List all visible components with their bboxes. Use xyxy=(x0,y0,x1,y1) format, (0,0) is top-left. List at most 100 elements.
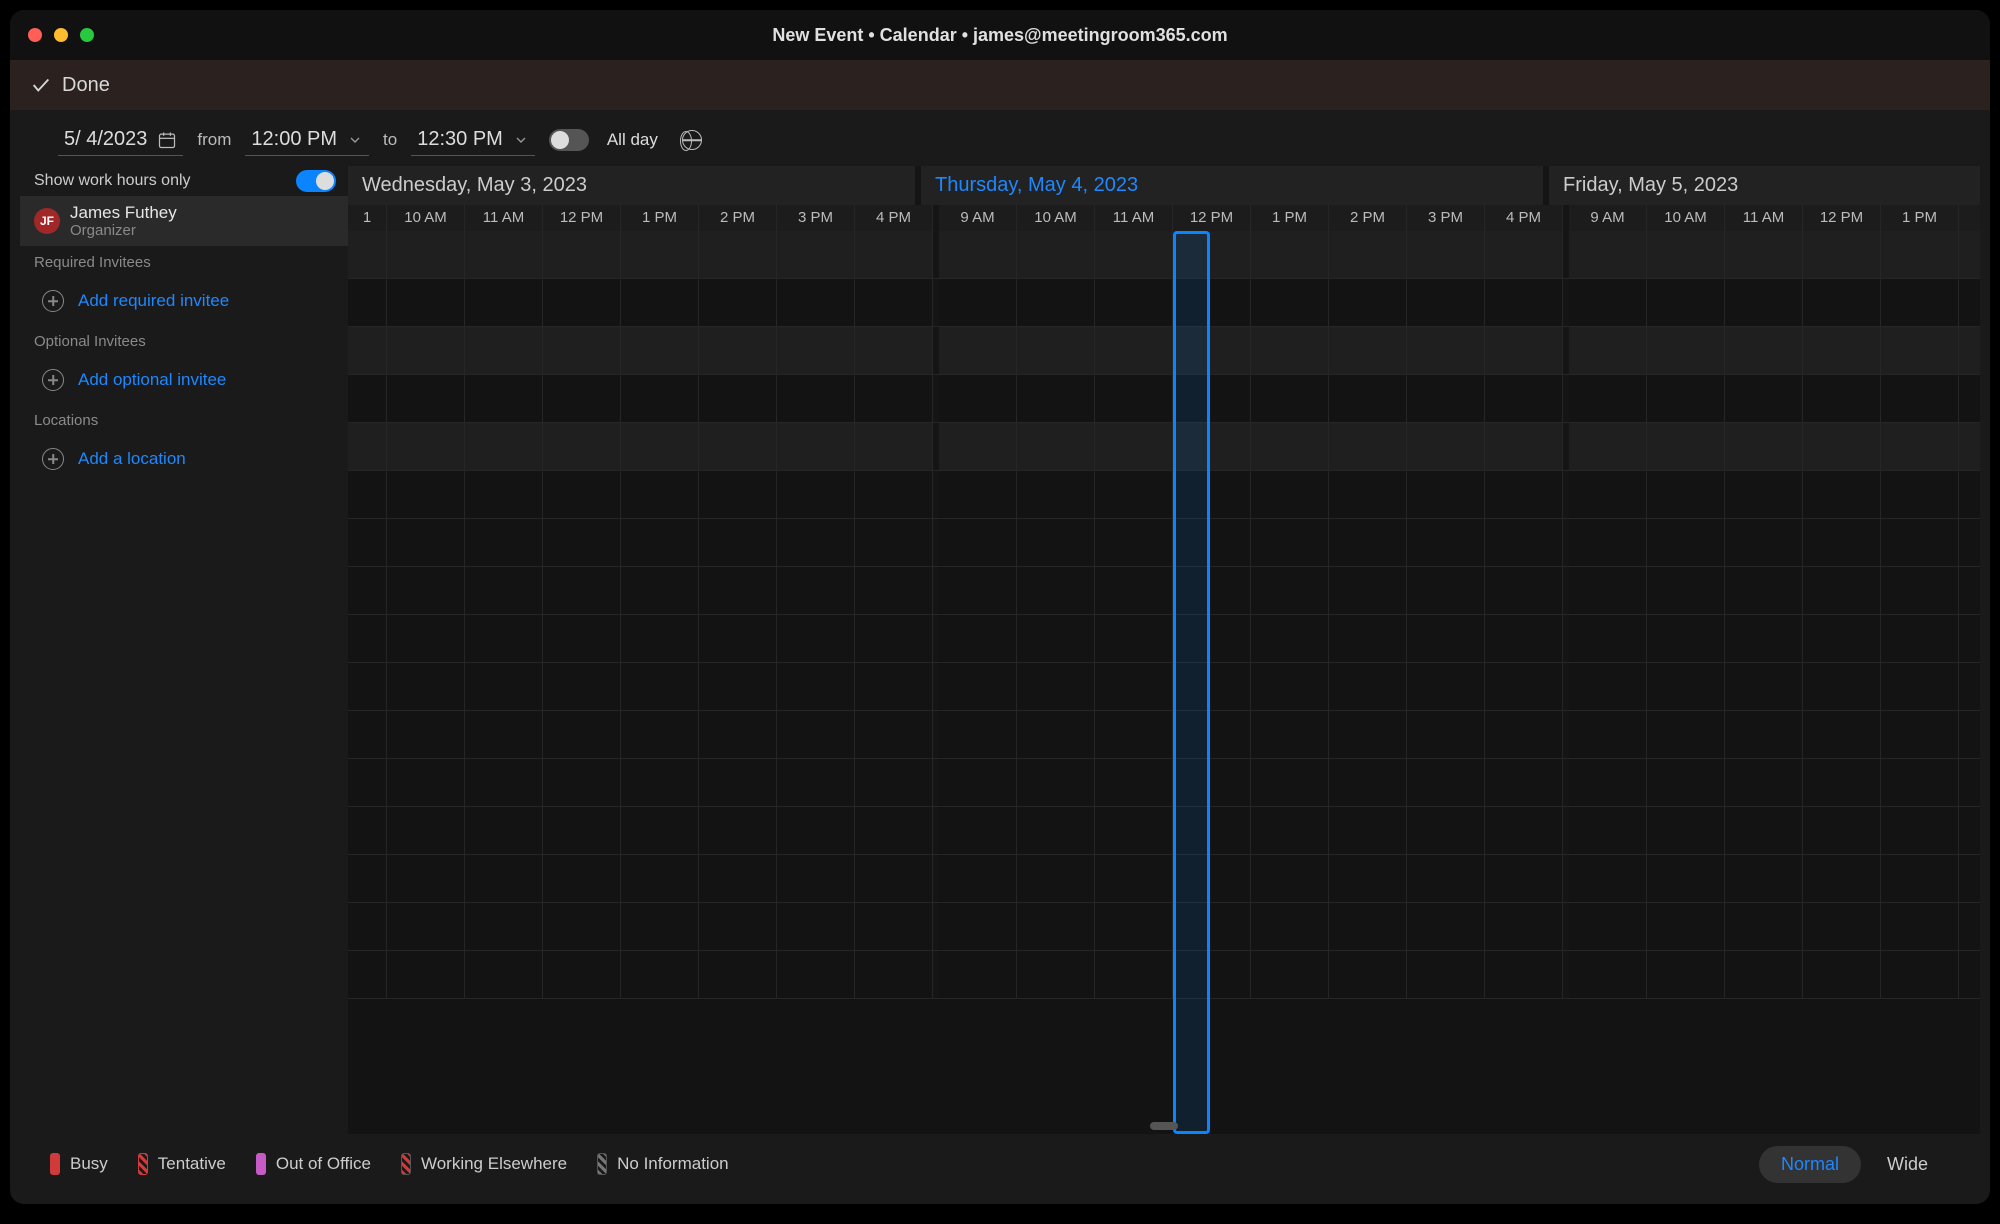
add-optional-label: Add optional invitee xyxy=(78,370,226,390)
calendar-area: Wednesday, May 3, 2023Thursday, May 4, 2… xyxy=(348,166,1980,1134)
traffic-lights xyxy=(28,28,94,42)
add-location-label: Add a location xyxy=(78,449,186,469)
hour-label: 1 PM xyxy=(1251,205,1329,231)
grid-row xyxy=(348,375,1980,423)
hour-label: 3 PM xyxy=(1407,205,1485,231)
footer: Busy Tentative Out of Office Working Els… xyxy=(20,1134,1980,1194)
hour-label: 10 AM xyxy=(1647,205,1725,231)
allday-label: All day xyxy=(607,130,658,150)
hour-label: 3 PM xyxy=(777,205,855,231)
chevron-down-icon xyxy=(347,132,363,148)
organizer-role: Organizer xyxy=(70,222,177,239)
hour-label: 1 PM xyxy=(1881,205,1959,231)
grid-row xyxy=(348,711,1980,759)
from-label: from xyxy=(197,130,231,150)
grid-row xyxy=(348,903,1980,951)
show-work-hours-row: Show work hours only xyxy=(20,166,348,196)
swatch-ooo xyxy=(256,1153,266,1175)
required-invitees-header: Required Invitees xyxy=(20,246,348,277)
to-time-field[interactable]: 12:30 PM xyxy=(411,124,535,156)
avatar: JF xyxy=(34,208,60,234)
hour-label: 9 AM xyxy=(939,205,1017,231)
hour-label: 1 xyxy=(348,205,387,231)
minimize-window-button[interactable] xyxy=(54,28,68,42)
grid-row xyxy=(348,567,1980,615)
from-time-field[interactable]: 12:00 PM xyxy=(245,124,369,156)
add-required-invitee-button[interactable]: Add required invitee xyxy=(20,277,348,325)
hour-label: 2 xyxy=(1959,205,1980,231)
date-value: 5/ 4/2023 xyxy=(64,128,147,151)
legend-no-info: No Information xyxy=(597,1153,729,1175)
hour-label: 4 PM xyxy=(1485,205,1563,231)
allday-toggle[interactable] xyxy=(549,129,589,151)
organizer-name: James Futhey xyxy=(70,203,177,223)
legend-busy: Busy xyxy=(50,1153,108,1175)
legend-working-elsewhere: Working Elsewhere xyxy=(401,1153,567,1175)
timezone-icon[interactable] xyxy=(682,130,702,150)
grid-row xyxy=(348,519,1980,567)
plus-icon xyxy=(42,290,64,312)
locations-header: Locations xyxy=(20,404,348,435)
toolbar: Done xyxy=(10,60,1990,110)
hour-label: 9 AM xyxy=(1569,205,1647,231)
date-field[interactable]: 5/ 4/2023 xyxy=(58,124,183,156)
datetime-row: 5/ 4/2023 from 12:00 PM to 12:30 PM All … xyxy=(20,114,1980,166)
close-window-button[interactable] xyxy=(28,28,42,42)
grid-row xyxy=(348,807,1980,855)
maximize-window-button[interactable] xyxy=(80,28,94,42)
done-label: Done xyxy=(62,74,110,97)
to-label: to xyxy=(383,130,397,150)
legend-ooo: Out of Office xyxy=(256,1153,371,1175)
legend: Busy Tentative Out of Office Working Els… xyxy=(50,1153,729,1175)
from-time-value: 12:00 PM xyxy=(251,128,337,151)
plus-icon xyxy=(42,448,64,470)
hour-label: 12 PM xyxy=(1173,205,1251,231)
grid-body[interactable] xyxy=(348,231,1980,1134)
window: New Event • Calendar • james@meetingroom… xyxy=(10,10,1990,1204)
legend-tentative: Tentative xyxy=(138,1153,226,1175)
grid-row xyxy=(348,759,1980,807)
hour-label: 2 PM xyxy=(699,205,777,231)
add-location-button[interactable]: Add a location xyxy=(20,435,348,483)
grid-row xyxy=(348,615,1980,663)
grid-row xyxy=(348,663,1980,711)
calendar-icon xyxy=(157,130,177,150)
hour-label: 12 PM xyxy=(1803,205,1881,231)
grid-row xyxy=(348,423,1980,471)
hour-headers: 110 AM11 AM12 PM1 PM2 PM3 PM4 PM9 AM10 A… xyxy=(348,205,1980,231)
grid-row xyxy=(348,471,1980,519)
to-time-value: 12:30 PM xyxy=(417,128,503,151)
swatch-busy xyxy=(50,1153,60,1175)
day-header: Wednesday, May 3, 2023 xyxy=(348,166,921,205)
view-toggle: Normal Wide xyxy=(1759,1146,1950,1183)
grid-row xyxy=(348,231,1980,279)
hour-label: 11 AM xyxy=(1725,205,1803,231)
swatch-working-elsewhere xyxy=(401,1153,411,1175)
horizontal-scroll-thumb[interactable] xyxy=(1150,1122,1178,1130)
add-optional-invitee-button[interactable]: Add optional invitee xyxy=(20,356,348,404)
hour-label: 11 AM xyxy=(465,205,543,231)
show-work-hours-toggle[interactable] xyxy=(296,170,336,192)
organizer-row[interactable]: JF James Futhey Organizer xyxy=(20,196,348,246)
sidebar: Show work hours only JF James Futhey Org… xyxy=(20,166,348,1134)
show-work-hours-label: Show work hours only xyxy=(34,172,191,190)
view-wide-button[interactable]: Wide xyxy=(1865,1146,1950,1183)
grid-row xyxy=(348,951,1980,999)
hour-label: 10 AM xyxy=(387,205,465,231)
add-required-label: Add required invitee xyxy=(78,291,229,311)
hour-label: 4 PM xyxy=(855,205,933,231)
grid-row xyxy=(348,279,1980,327)
window-title: New Event • Calendar • james@meetingroom… xyxy=(772,25,1227,46)
done-button[interactable]: Done xyxy=(30,74,110,97)
day-header: Friday, May 5, 2023 xyxy=(1549,166,1980,205)
hour-label: 1 PM xyxy=(621,205,699,231)
swatch-tentative xyxy=(138,1153,148,1175)
hour-label: 12 PM xyxy=(543,205,621,231)
day-headers: Wednesday, May 3, 2023Thursday, May 4, 2… xyxy=(348,166,1980,205)
grid-row xyxy=(348,327,1980,375)
view-normal-button[interactable]: Normal xyxy=(1759,1146,1861,1183)
hour-label: 11 AM xyxy=(1095,205,1173,231)
chevron-down-icon xyxy=(513,132,529,148)
grid-row xyxy=(348,855,1980,903)
swatch-no-info xyxy=(597,1153,607,1175)
